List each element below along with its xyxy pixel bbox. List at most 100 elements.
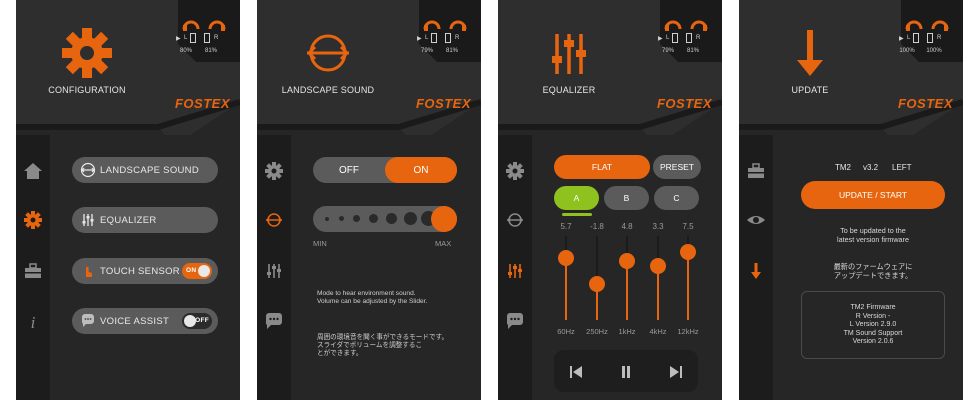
description-line: Volume can be adjusted by the Slider. [317,298,428,305]
menu-item-touch-sensor[interactable]: TOUCH SENSOR ON [72,258,218,284]
home-icon[interactable] [23,161,43,181]
band-value: 4.8 [621,222,633,231]
right-battery-pct: 81% [686,48,699,54]
switch-off-label[interactable]: OFF [313,165,385,176]
chat-icon[interactable] [264,311,284,331]
band-fader[interactable] [657,236,659,320]
toolbox-icon[interactable] [23,261,43,281]
switch-on-label[interactable]: ON [385,165,457,176]
previous-icon[interactable] [568,364,584,380]
update-screen: UPDATE FOSTEX ▶ L R 100% 100% TM2 v3.2 LEF… [739,0,963,400]
slider-step [353,215,360,222]
band-knob[interactable] [680,243,696,260]
slider-knob[interactable] [431,206,457,232]
firmware-line: R Version - [855,312,891,320]
next-icon[interactable] [668,364,684,380]
fostex-logo: FOSTEX [897,96,953,111]
gear-icon[interactable] [264,161,284,181]
preset-a-button[interactable]: A [554,186,599,210]
note-line: アップデートできます。 [833,271,913,280]
right-battery-pct: 81% [445,48,458,54]
band-knob[interactable] [619,253,635,270]
chat-icon[interactable] [505,311,525,331]
right-earbud-icon [449,20,467,31]
description-line: スライダでボリュームを調整するこ [317,342,423,349]
preset-button[interactable]: PRESET [653,155,701,179]
info-icon[interactable]: i [23,311,43,331]
landscape-sound-screen: LANDSCAPE SOUND FOSTEX ▶ L R 79% 81% OFF O… [257,0,481,400]
firmware-line: L Version 2.9.0 [849,321,897,328]
slider-step [369,214,378,223]
pause-icon[interactable] [618,364,634,380]
preset-selected-indicator [562,213,592,216]
right-battery-pct: 100% [926,48,942,54]
menu-item-label: TOUCH SENSOR [100,265,180,277]
left-earbud-icon [423,20,441,31]
toolbox-icon[interactable] [746,161,766,181]
band-fader[interactable] [626,236,628,320]
menu-item-landscape-sound[interactable]: LANDSCAPE SOUND [72,157,218,183]
download-arrow-icon[interactable] [746,261,766,281]
note-line: To be updated to the [840,226,906,235]
preset-b-button[interactable]: B [604,186,649,210]
flat-button[interactable]: FLAT [554,155,650,179]
band-fill [687,251,689,320]
voice-assist-toggle[interactable]: OFF [182,313,212,329]
side-rail: i [16,135,50,400]
equalizer-icon [552,34,586,74]
left-earbud-icon [664,20,682,31]
volume-slider[interactable] [313,206,457,232]
gear-icon[interactable] [505,161,525,181]
description-line: 周囲の環境音を聞く事ができるモードです。 [317,334,449,341]
update-note-en: To be updated to the latest version firm… [789,226,957,244]
device-side: LEFT [892,163,912,172]
menu-item-voice-assist[interactable]: VOICE ASSIST OFF [72,308,218,334]
preset-c-button[interactable]: C [654,186,699,210]
left-label: L [907,35,911,41]
band-value: 7.5 [682,222,694,231]
description-en: Mode to hear environment sound. Volume c… [317,290,427,306]
landscape-sound-icon[interactable] [505,210,525,230]
right-label: R [455,35,460,41]
band-value: 3.3 [652,222,664,231]
right-battery-pct: 81% [204,48,217,54]
firmware-info-box: TM2 Firmware R Version - L Version 2.9.0… [801,291,945,359]
landscape-sound-icon[interactable] [264,210,284,230]
band-fill [657,266,659,320]
chat-icon [82,314,94,327]
slider-step [404,212,417,225]
band-knob[interactable] [650,258,666,275]
band-knob[interactable] [558,250,574,267]
band-frequency: 250Hz [586,327,608,336]
band-value: 5.7 [560,222,572,231]
left-earbud-icon [905,20,923,31]
touch-icon [86,266,92,277]
band-fader[interactable] [565,236,567,320]
left-battery-pct: 100% [899,48,915,54]
band-knob[interactable] [589,276,605,293]
touch-sensor-toggle[interactable]: ON [182,263,212,279]
slider-step [386,213,397,224]
menu-item-label: LANDSCAPE SOUND [100,164,199,176]
left-earbud-icon [182,20,200,31]
equalizer-icon[interactable] [264,261,284,281]
menu-item-label: VOICE ASSIST [100,315,170,327]
update-start-button[interactable]: UPDATE / START [801,181,945,209]
gear-icon[interactable] [23,210,43,230]
slider-min-label: MIN [313,239,327,248]
band-fill [565,258,567,320]
eye-icon[interactable] [746,210,766,230]
firmware-line: Version 2.0.6 [852,338,894,345]
right-earbud-icon [208,20,226,31]
download-arrow-icon [797,30,823,76]
equalizer-icon[interactable] [505,261,525,281]
gear-icon [62,28,112,78]
menu-item-equalizer[interactable]: EQUALIZER [72,207,218,233]
landscape-sound-switch[interactable]: OFF ON [313,157,457,183]
note-line: 最新のファームウェアに [833,262,913,271]
side-rail [257,135,291,400]
band-frequency: 1kHz [618,327,636,336]
battery-status: ▶ L R 79% 81% [415,14,475,58]
description-line: Mode to hear environment sound. [317,290,416,297]
left-battery-pct: 80% [179,48,192,54]
